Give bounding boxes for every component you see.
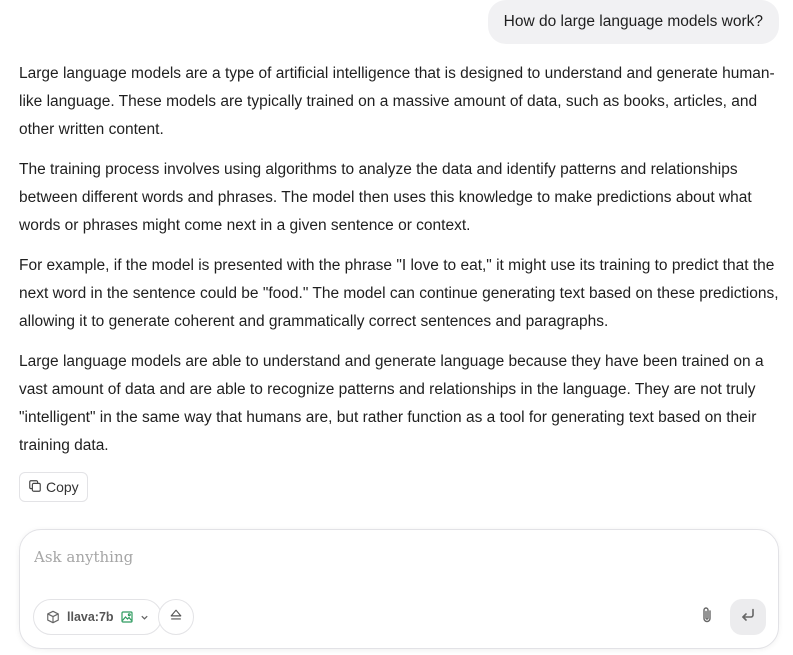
message-composer: llava:7b <box>19 529 779 649</box>
answer-paragraph: Large language models are a type of arti… <box>19 65 775 138</box>
copy-label: Copy <box>46 479 79 495</box>
model-selector[interactable]: llava:7b <box>33 599 162 635</box>
chevron-down-icon <box>140 613 149 622</box>
copy-icon <box>28 479 42 496</box>
assistant-answer: Large language models are a type of arti… <box>19 60 781 472</box>
cube-icon <box>46 610 60 624</box>
attach-button[interactable] <box>692 602 722 632</box>
send-button[interactable] <box>730 599 766 635</box>
eject-button[interactable] <box>158 599 194 635</box>
user-message-bubble: How do large language models work? <box>487 0 779 44</box>
answer-paragraph: For example, if the model is presented w… <box>19 257 779 330</box>
model-name: llava:7b <box>67 610 114 624</box>
eject-icon <box>169 608 183 627</box>
copy-button[interactable]: Copy <box>19 472 88 502</box>
user-message-text: How do large language models work? <box>503 13 763 30</box>
image-icon <box>120 611 133 623</box>
answer-paragraph: The training process involves using algo… <box>19 161 752 234</box>
chat-input[interactable] <box>34 544 734 570</box>
paperclip-icon <box>699 606 715 629</box>
enter-icon <box>739 606 757 629</box>
answer-paragraph: Large language models are able to unders… <box>19 353 764 454</box>
